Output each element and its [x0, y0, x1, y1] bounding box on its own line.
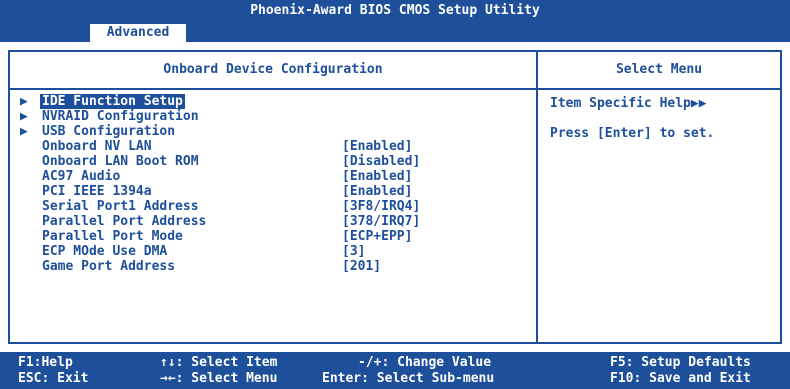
submenu-arrow-icon: ▶: [20, 109, 28, 124]
setting-row[interactable]: Parallel Port Address [378/IRQ7]: [20, 214, 530, 229]
settings-list: ▶ IDE Function Setup ▶ NVRAID Configuration…: [20, 94, 530, 274]
setting-label: Parallel Port Mode: [42, 229, 183, 244]
change-value-hint: -/+: Change Value: [358, 355, 492, 370]
setting-row[interactable]: ECP MOde Use DMA [3]: [20, 244, 530, 259]
settings-pane: Onboard Device Configuration ▶ IDE Functi…: [10, 52, 538, 342]
setting-row[interactable]: Onboard NV LAN [Enabled]: [20, 139, 530, 154]
setting-value[interactable]: [378/IRQ7]: [342, 214, 420, 229]
setting-label: USB Configuration: [42, 124, 176, 139]
help-body: Press [Enter] to set.: [550, 126, 715, 141]
setting-row[interactable]: ▶ NVRAID Configuration: [20, 109, 530, 124]
help-pane: Select Menu Item Specific Help▶▶ Press […: [538, 52, 780, 342]
f10-save-exit: F10: Save and Exit: [610, 371, 751, 386]
setting-value[interactable]: [3]: [342, 244, 365, 259]
setting-row[interactable]: PCI IEEE 1394a [Enabled]: [20, 184, 530, 199]
setting-value[interactable]: [Disabled]: [342, 154, 420, 169]
select-item-hint: ↑↓: Select Item: [160, 355, 278, 370]
setting-label: PCI IEEE 1394a: [42, 184, 152, 199]
setting-label: Onboard NV LAN: [42, 139, 152, 154]
setting-label: NVRAID Configuration: [42, 109, 199, 124]
submenu-arrow-icon: ▶: [20, 94, 28, 109]
setting-value[interactable]: [Enabled]: [342, 169, 412, 184]
key-help-bar: F1:Help ESC: Exit ↑↓: Select Item →←: Se…: [0, 352, 790, 389]
help-text: Item Specific Help▶▶ Press [Enter] to se…: [550, 96, 714, 141]
help-title: Select Menu: [538, 52, 780, 90]
submenu-arrow-icon: ▶: [20, 124, 28, 139]
select-menu-hint: →←: Select Menu: [160, 371, 278, 386]
setting-row[interactable]: Serial Port1 Address [3F8/IRQ4]: [20, 199, 530, 214]
f1-help: F1:Help: [18, 355, 73, 370]
setting-value[interactable]: [201]: [342, 259, 381, 274]
setting-label: IDE Function Setup: [40, 94, 185, 109]
setting-label: Game Port Address: [42, 259, 176, 274]
main-frame: Onboard Device Configuration ▶ IDE Functi…: [8, 50, 782, 344]
setting-row[interactable]: Parallel Port Mode [ECP+EPP]: [20, 229, 530, 244]
setting-row[interactable]: AC97 Audio [Enabled]: [20, 169, 530, 184]
setting-label: ECP MOde Use DMA: [42, 244, 168, 259]
setting-value[interactable]: [3F8/IRQ4]: [342, 199, 420, 214]
help-heading: Item Specific Help▶▶: [550, 96, 707, 111]
setting-row[interactable]: ▶ USB Configuration: [20, 124, 530, 139]
tab-advanced[interactable]: Advanced: [90, 24, 186, 42]
setting-row[interactable]: ▶ IDE Function Setup: [20, 94, 530, 109]
setting-label: Onboard LAN Boot ROM: [42, 154, 199, 169]
window-title: Phoenix-Award BIOS CMOS Setup Utility: [0, 0, 790, 22]
setting-label: Parallel Port Address: [42, 214, 207, 229]
select-submenu-hint: Enter: Select Sub-menu: [322, 371, 495, 386]
f5-defaults: F5: Setup Defaults: [610, 355, 751, 370]
setting-label: Serial Port1 Address: [42, 199, 199, 214]
setting-value[interactable]: [Enabled]: [342, 139, 412, 154]
setting-label: AC97 Audio: [42, 169, 121, 184]
pane-title: Onboard Device Configuration: [10, 52, 536, 90]
setting-row[interactable]: Onboard LAN Boot ROM [Disabled]: [20, 154, 530, 169]
setting-value[interactable]: [Enabled]: [342, 184, 412, 199]
setting-row[interactable]: Game Port Address [201]: [20, 259, 530, 274]
tab-bar: Advanced: [0, 22, 790, 42]
setting-value[interactable]: [ECP+EPP]: [342, 229, 412, 244]
esc-exit: ESC: Exit: [18, 371, 89, 386]
